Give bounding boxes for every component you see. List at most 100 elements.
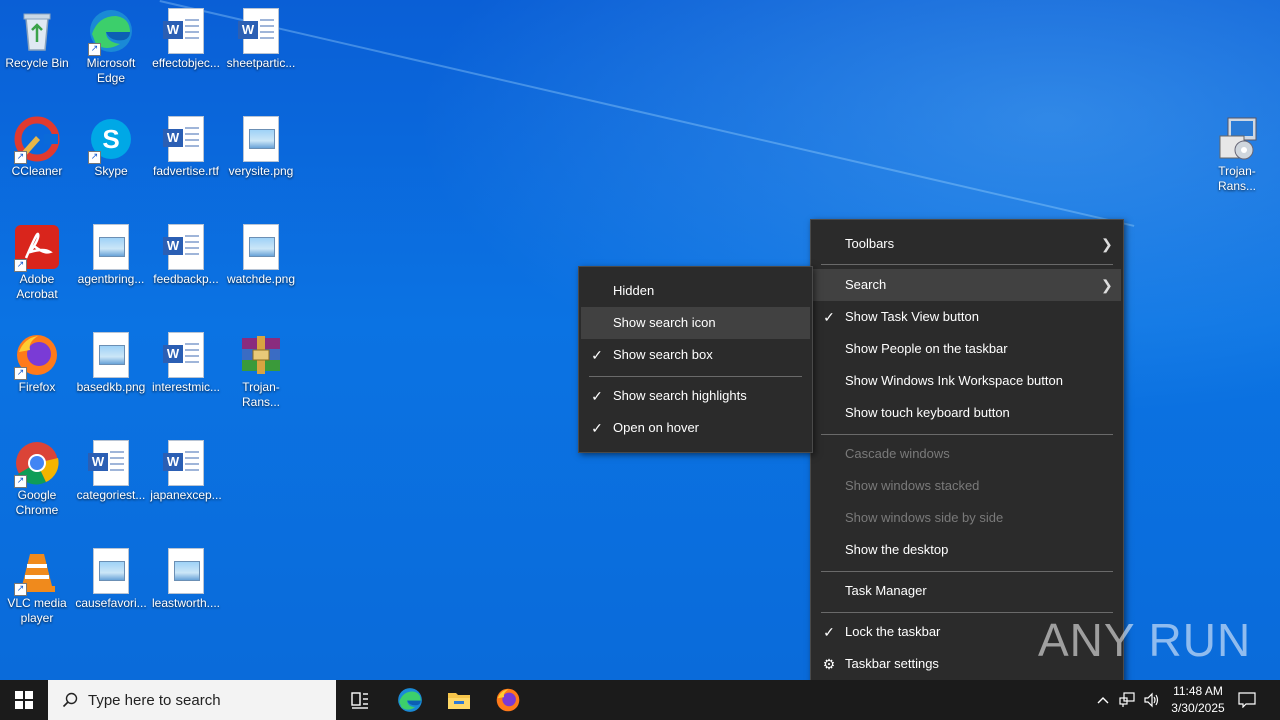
menu-item-open-on-hover[interactable]: ✓ Open on hover xyxy=(579,412,812,444)
desktop-icon-label: feedbackp... xyxy=(153,272,219,286)
desktop-icon-file[interactable]: W japanexcep... xyxy=(149,440,223,503)
desktop-icon-google-chrome[interactable]: ↗ Google Chrome xyxy=(0,440,74,518)
menu-item-label: Show windows side by side xyxy=(845,510,1004,525)
clock-time: 11:48 AM xyxy=(1173,684,1223,698)
desktop-icon-file[interactable]: causefavori... xyxy=(74,548,148,611)
taskbar: Type here to search 11:48 AM 3/30/2025 xyxy=(0,680,1280,720)
desktop-icon-file[interactable]: W sheetpartic... xyxy=(224,8,298,71)
volume-button[interactable] xyxy=(1140,680,1162,720)
menu-item-show-task-view[interactable]: ✓ Show Task View button xyxy=(811,301,1123,333)
task-view-button[interactable] xyxy=(336,680,384,720)
desktop-icon-ccleaner[interactable]: ↗ CCleaner xyxy=(0,116,74,179)
acrobat-icon: ↗ xyxy=(14,224,60,272)
menu-item-task-manager[interactable]: Task Manager xyxy=(811,575,1123,607)
menu-item-show-search-highlights[interactable]: ✓ Show search highlights xyxy=(579,380,812,412)
desktop-icon-label: Trojan-Rans... xyxy=(241,380,280,409)
checkmark-icon: ✓ xyxy=(591,388,603,404)
desktop-icon-label: Adobe Acrobat xyxy=(16,272,58,301)
menu-item-show-people[interactable]: Show People on the taskbar xyxy=(811,333,1123,365)
menu-item-label: Open on hover xyxy=(613,420,700,435)
desktop-icon-label: watchde.png xyxy=(226,272,296,286)
menu-item-show-windows-stacked: Show windows stacked xyxy=(811,470,1123,502)
word-doc-icon: W xyxy=(163,440,209,486)
desktop-icon-file[interactable]: agentbring... xyxy=(74,224,148,287)
menu-item-label: Show search box xyxy=(613,347,713,362)
menu-item-label: Taskbar settings xyxy=(845,656,939,671)
desktop-icon-file[interactable]: W effectobjec... xyxy=(149,8,223,71)
taskbar-edge-button[interactable] xyxy=(386,680,434,720)
skype-icon: S ↗ xyxy=(88,116,134,164)
speaker-icon xyxy=(1144,692,1159,708)
desktop-icon-firefox[interactable]: ↗ Firefox xyxy=(0,332,74,395)
image-file-icon xyxy=(88,224,134,270)
menu-item-toolbars[interactable]: Toolbars ❯ xyxy=(811,228,1123,260)
desktop-icon-file[interactable]: W interestmic... xyxy=(149,332,223,395)
menu-item-label: Show search highlights xyxy=(613,388,747,403)
search-submenu: Hidden Show search icon ✓ Show search bo… xyxy=(578,266,813,453)
vlc-icon: ↗ xyxy=(14,548,60,596)
image-file-icon xyxy=(88,332,134,378)
menu-item-search[interactable]: Search ❯ xyxy=(813,269,1121,301)
menu-item-label: Show the desktop xyxy=(845,542,949,557)
desktop-icon-file[interactable]: verysite.png xyxy=(224,116,298,179)
desktop-icon-adobe-acrobat[interactable]: ↗ Adobe Acrobat xyxy=(0,224,74,302)
menu-item-show-search-box[interactable]: ✓ Show search box xyxy=(579,339,812,371)
menu-item-hidden[interactable]: Hidden xyxy=(579,275,812,307)
desktop-icon-label: Firefox xyxy=(18,380,56,394)
desktop-icon-file[interactable]: watchde.png xyxy=(224,224,298,287)
menu-item-show-ink-workspace[interactable]: Show Windows Ink Workspace button xyxy=(811,365,1123,397)
shortcut-arrow-icon: ↗ xyxy=(14,259,27,272)
menu-item-show-search-icon[interactable]: Show search icon xyxy=(581,307,810,339)
desktop-icon-file[interactable]: W categoriest... xyxy=(74,440,148,503)
search-icon xyxy=(62,692,78,708)
word-doc-icon: W xyxy=(238,8,284,54)
shortcut-arrow-icon: ↗ xyxy=(14,151,27,164)
network-button[interactable] xyxy=(1116,680,1138,720)
desktop-icon-label: effectobjec... xyxy=(152,56,220,70)
chrome-icon: ↗ xyxy=(14,440,60,488)
menu-item-label: Lock the taskbar xyxy=(845,624,941,639)
desktop-icon-file[interactable]: W feedbackp... xyxy=(149,224,223,287)
menu-item-label: Show touch keyboard button xyxy=(845,405,1010,420)
show-hidden-icons-button[interactable] xyxy=(1092,680,1114,720)
word-doc-icon: W xyxy=(88,440,134,486)
word-doc-icon: W xyxy=(163,332,209,378)
firefox-icon xyxy=(496,688,520,712)
desktop-icon-microsoft-edge[interactable]: ↗ Microsoft Edge xyxy=(74,8,148,86)
network-icon xyxy=(1119,692,1135,707)
desktop-icon-skype[interactable]: S ↗ Skype xyxy=(74,116,148,179)
desktop-icon-trojan-archive[interactable]: Trojan-Rans... xyxy=(224,332,298,410)
task-view-icon xyxy=(351,692,368,709)
search-placeholder: Type here to search xyxy=(88,691,221,709)
menu-item-show-desktop[interactable]: Show the desktop xyxy=(811,534,1123,566)
desktop-icon-file[interactable]: basedkb.png xyxy=(74,332,148,395)
clock-date: 3/30/2025 xyxy=(1171,701,1225,715)
taskbar-firefox-button[interactable] xyxy=(484,680,532,720)
desktop-icon-file[interactable]: W fadvertise.rtf xyxy=(149,116,223,179)
desktop-icon-trojan-installer[interactable]: Trojan-Rans... xyxy=(1200,116,1274,194)
shortcut-arrow-icon: ↗ xyxy=(88,43,101,56)
chevron-right-icon: ❯ xyxy=(1101,277,1113,293)
desktop-icon-label: verysite.png xyxy=(228,164,294,178)
desktop-icon-label: causefavori... xyxy=(75,596,147,610)
taskbar-search-box[interactable]: Type here to search xyxy=(48,680,336,720)
desktop-icon-recycle-bin[interactable]: Recycle Bin xyxy=(0,8,74,71)
desktop-icon-vlc[interactable]: ↗ VLC media player xyxy=(0,548,74,626)
action-center-button[interactable] xyxy=(1234,680,1260,720)
installer-icon xyxy=(1214,116,1260,162)
notification-icon xyxy=(1238,692,1256,708)
desktop-icon-file[interactable]: leastworth.... xyxy=(149,548,223,611)
start-button[interactable] xyxy=(0,680,48,720)
taskbar-clock[interactable]: 11:48 AM 3/30/2025 xyxy=(1160,683,1236,717)
image-file-icon xyxy=(238,224,284,270)
image-file-icon xyxy=(88,548,134,594)
shortcut-arrow-icon: ↗ xyxy=(14,367,27,380)
menu-separator xyxy=(821,434,1113,435)
desktop-icon-label: agentbring... xyxy=(77,272,145,286)
desktop-icon-label: Google Chrome xyxy=(15,488,59,517)
menu-item-show-touch-keyboard[interactable]: Show touch keyboard button xyxy=(811,397,1123,429)
desktop-icon-label: Microsoft Edge xyxy=(86,56,136,85)
desktop-icon-label: interestmic... xyxy=(151,380,220,394)
taskbar-file-explorer-button[interactable] xyxy=(435,680,483,720)
desktop-icon-label: Skype xyxy=(94,164,128,178)
